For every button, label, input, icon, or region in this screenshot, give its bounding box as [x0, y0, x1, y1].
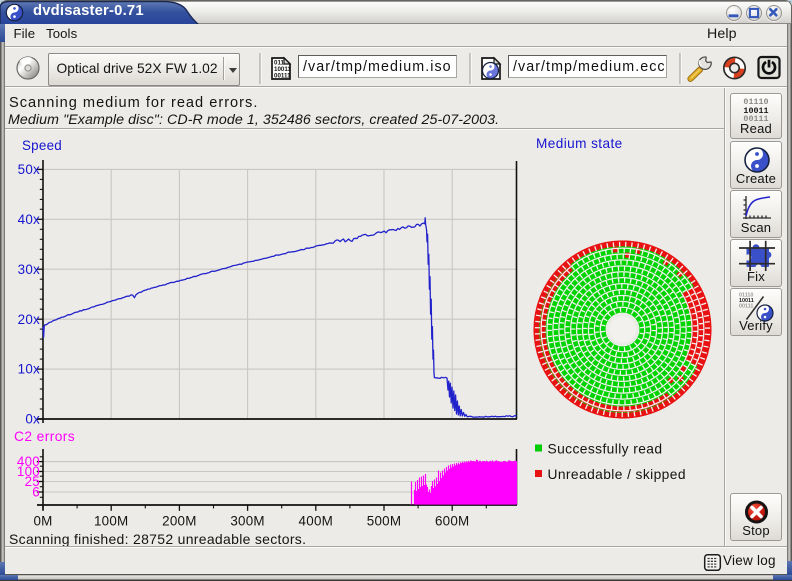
svg-text:6: 6 [32, 485, 40, 500]
svg-text:400M: 400M [299, 514, 334, 529]
svg-text:500M: 500M [367, 514, 402, 529]
svg-text:Successfully read: Successfully read [548, 442, 663, 457]
svg-text:100M: 100M [94, 514, 129, 529]
svg-text:00111: 00111 [739, 304, 753, 310]
svg-text:600M: 600M [435, 514, 470, 529]
svg-text:20x: 20x [18, 312, 40, 327]
svg-text:40x: 40x [18, 212, 40, 227]
svg-text:30x: 30x [18, 262, 40, 277]
svg-text:0x: 0x [25, 412, 40, 427]
svg-text:200M: 200M [162, 514, 197, 529]
svg-text:300M: 300M [230, 514, 265, 529]
svg-text:50x: 50x [18, 162, 40, 177]
svg-text:C2 errors: C2 errors [14, 429, 75, 444]
svg-text:Speed: Speed [22, 138, 62, 153]
svg-text:10x: 10x [18, 362, 40, 377]
svg-text:0M: 0M [33, 514, 52, 529]
svg-text:Medium state: Medium state [536, 136, 623, 151]
svg-text:Unreadable / skipped: Unreadable / skipped [548, 467, 686, 482]
